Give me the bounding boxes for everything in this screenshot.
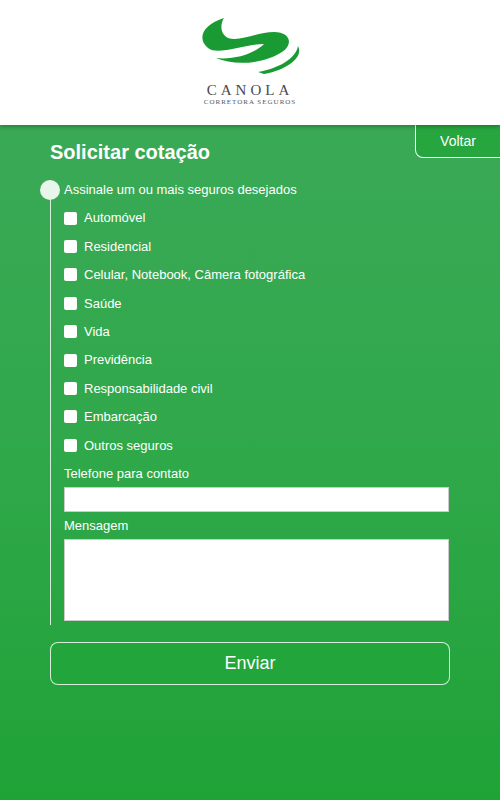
quote-panel: Solicitar cotação Voltar Assinale um ou ma…: [0, 125, 500, 800]
checkbox[interactable]: [64, 382, 77, 395]
step-dot: [40, 180, 60, 200]
checkbox[interactable]: [64, 325, 77, 338]
header: CANOLACORRETORA SEGUROS: [0, 0, 500, 125]
submit-button[interactable]: Enviar: [50, 642, 450, 685]
canola-logo-icon: [194, 14, 306, 80]
insurance-option[interactable]: Automóvel: [64, 204, 449, 232]
insurance-option[interactable]: Vida: [64, 318, 449, 346]
checkbox[interactable]: [64, 240, 77, 253]
insurance-option[interactable]: Previdência: [64, 346, 449, 374]
checkbox[interactable]: [64, 410, 77, 423]
step-line: [50, 200, 51, 625]
phone-input[interactable]: [64, 487, 449, 512]
instruction: Assinale um ou mais seguros desejados: [64, 180, 449, 200]
logo-name: CANOLA: [207, 82, 294, 98]
checkbox[interactable]: [64, 439, 77, 452]
message-textarea[interactable]: [64, 539, 449, 621]
field-label: Telefone para contato: [64, 466, 449, 487]
checkbox[interactable]: [64, 297, 77, 310]
back-button[interactable]: Voltar: [415, 125, 500, 158]
checkbox[interactable]: [64, 268, 77, 281]
checkbox[interactable]: [64, 354, 77, 367]
insurance-option[interactable]: Outros seguros: [64, 431, 449, 459]
insurance-option[interactable]: Embarcação: [64, 403, 449, 431]
insurance-option[interactable]: Celular, Notebook, Câmera fotográfica: [64, 261, 449, 289]
insurance-option[interactable]: Saúde: [64, 289, 449, 317]
insurance-option[interactable]: Responsabilidade civil: [64, 374, 449, 402]
insurance-option[interactable]: Residencial: [64, 232, 449, 260]
logo-tagline: CORRETORA SEGUROS: [204, 98, 297, 107]
field-label: Mensagem: [64, 518, 449, 539]
app: CANOLACORRETORA SEGUROSSolicitar cotação…: [0, 0, 500, 800]
checkbox[interactable]: [64, 212, 77, 225]
form-title: Solicitar cotação: [0, 125, 210, 164]
